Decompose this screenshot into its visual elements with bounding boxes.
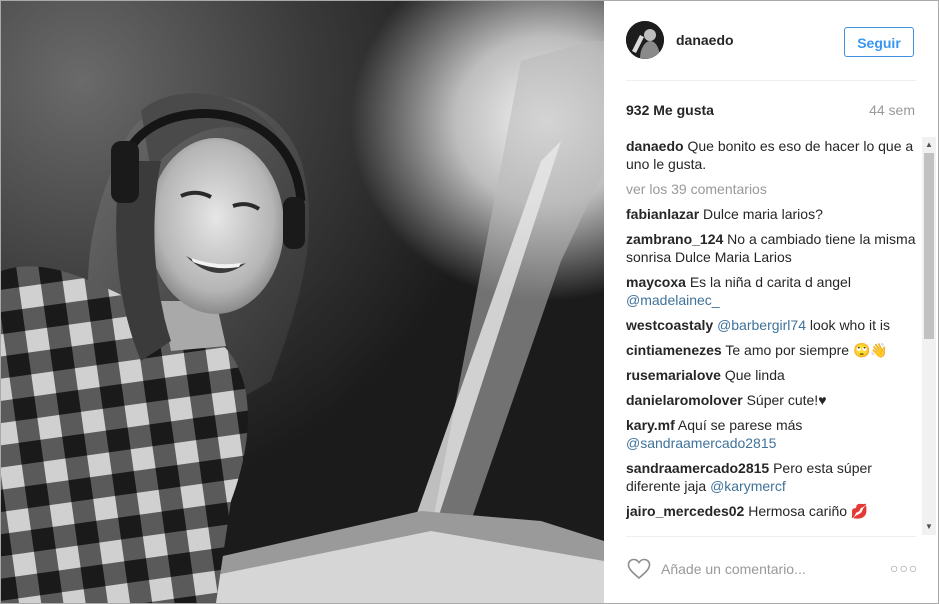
comment-item: fabianlazar Dulce maria larios? bbox=[626, 205, 918, 223]
comment-author[interactable]: sandraamercado2815 bbox=[626, 460, 769, 476]
comment-author[interactable]: cintiamenezes bbox=[626, 342, 722, 358]
comment-author[interactable]: westcoastaly bbox=[626, 317, 713, 333]
post-time[interactable]: 44 sem bbox=[869, 102, 915, 118]
photo-illustration bbox=[1, 41, 604, 603]
comment-text: Te amo por siempre 🙄👋 bbox=[725, 342, 888, 358]
comment-mention[interactable]: @sandraamercado2815 bbox=[626, 435, 776, 451]
comment-author[interactable]: rusemarialove bbox=[626, 367, 721, 383]
comment-text: Dulce maria larios? bbox=[703, 206, 823, 222]
post-photo[interactable] bbox=[1, 1, 604, 603]
comment-item: danielaromolover Súper cute!♥ bbox=[626, 391, 918, 409]
comment-author[interactable]: fabianlazar bbox=[626, 206, 699, 222]
comment-text: Súper cute!♥ bbox=[746, 392, 827, 408]
comment-author[interactable]: danielaromolover bbox=[626, 392, 743, 408]
likes-count[interactable]: 932 Me gusta bbox=[626, 102, 714, 118]
comment-text: Es la niña d carita d angel bbox=[689, 274, 851, 290]
comment-item: cintiamenezes Te amo por siempre 🙄👋 bbox=[626, 341, 918, 359]
comment-text: look who it is bbox=[809, 317, 891, 333]
comment-item: westcoastaly @barbergirl74 look who it i… bbox=[626, 316, 918, 334]
caption: danaedo Que bonito es eso de hacer lo qu… bbox=[626, 137, 918, 173]
comment-item: maycoxa Es la niña d carita d angel @mad… bbox=[626, 273, 918, 309]
comment-author[interactable]: zambrano_124 bbox=[626, 231, 723, 247]
scroll-up-arrow-icon[interactable]: ▲ bbox=[922, 138, 936, 152]
avatar-image-icon bbox=[626, 21, 664, 59]
comment-mention[interactable]: @madelainec_ bbox=[626, 292, 720, 308]
comment-text: Hermosa cariño 💋 bbox=[748, 503, 869, 519]
comment-mention[interactable]: @barbergirl74 bbox=[717, 317, 806, 333]
comment-item: jairo_mercedes02 Hermosa cariño 💋 bbox=[626, 502, 918, 520]
comment-item: rusemarialove Que linda bbox=[626, 366, 918, 384]
post-modal: danaedo Seguir 932 Me gusta 44 sem danae… bbox=[0, 0, 939, 604]
more-options-icon[interactable]: ○○○ bbox=[890, 559, 917, 577]
actions-divider bbox=[626, 536, 916, 537]
caption-author[interactable]: danaedo bbox=[626, 138, 684, 154]
avatar[interactable] bbox=[626, 21, 664, 59]
comments-scrollbar[interactable]: ▲ ▼ bbox=[922, 137, 936, 535]
comment-item: kary.mf Aquí se parese más @sandraamerca… bbox=[626, 416, 918, 452]
comment-author[interactable]: kary.mf bbox=[626, 417, 675, 433]
comment-mention[interactable]: @karymercf bbox=[710, 478, 786, 494]
comment-text: Aquí se parese más bbox=[677, 417, 803, 433]
view-all-comments-link[interactable]: ver los 39 comentarios bbox=[626, 180, 918, 198]
comment-item: sandraamercado2815 Pero esta súper difer… bbox=[626, 459, 918, 495]
post-side-panel: danaedo Seguir 932 Me gusta 44 sem danae… bbox=[604, 1, 938, 603]
comment-text: Que linda bbox=[724, 367, 785, 383]
heart-outline-icon[interactable] bbox=[627, 558, 651, 580]
post-username[interactable]: danaedo bbox=[676, 32, 734, 48]
scroll-thumb[interactable] bbox=[924, 153, 934, 339]
scroll-down-arrow-icon[interactable]: ▼ bbox=[922, 520, 936, 534]
comment-item: zambrano_124 No a cambiado tiene la mism… bbox=[626, 230, 918, 266]
header-divider bbox=[626, 80, 916, 81]
comment-author[interactable]: jairo_mercedes02 bbox=[626, 503, 744, 519]
comment-author[interactable]: maycoxa bbox=[626, 274, 686, 290]
post-header: danaedo Seguir bbox=[626, 21, 916, 61]
follow-button[interactable]: Seguir bbox=[844, 27, 914, 57]
add-comment-input[interactable] bbox=[661, 558, 861, 580]
comments-list[interactable]: danaedo Que bonito es eso de hacer lo qu… bbox=[626, 137, 918, 535]
